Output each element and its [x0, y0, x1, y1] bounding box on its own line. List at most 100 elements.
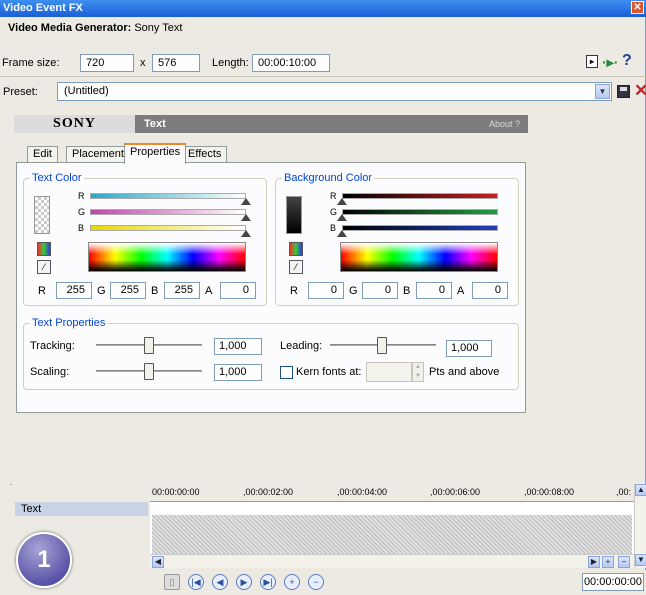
bg-g-bar[interactable]: [342, 209, 498, 215]
save-icon[interactable]: [617, 85, 630, 98]
text-b-label: B: [78, 223, 85, 233]
prev-keyframe-icon[interactable]: ◀: [212, 574, 228, 590]
text-b-slider[interactable]: [241, 230, 251, 237]
background-color-spectrum[interactable]: [340, 242, 498, 272]
delete-icon[interactable]: ✕: [634, 81, 646, 101]
length-label: Length:: [212, 57, 249, 69]
delete-keyframe-icon[interactable]: −: [308, 574, 324, 590]
kern-fonts-label: Kern fonts at:: [296, 366, 362, 378]
add-keyframe-icon[interactable]: +: [284, 574, 300, 590]
sync-cursor-icon[interactable]: ▯: [164, 574, 180, 590]
generator-name: Sony Text: [134, 22, 183, 34]
bg-a-value-label: A: [457, 285, 465, 297]
generator-label: Video Media Generator:: [8, 22, 132, 34]
ruler-tick: ,00:00:04:00: [337, 487, 388, 497]
preset-label: Preset:: [3, 86, 38, 98]
tab-placement[interactable]: Placement: [66, 146, 130, 163]
text-properties-legend: Text Properties: [30, 316, 108, 330]
timeline-hscroll[interactable]: ◀ ▶ + −: [150, 554, 634, 568]
text-r-slider[interactable]: [241, 198, 251, 205]
bg-a-field[interactable]: 0: [472, 282, 508, 299]
timeline-ruler[interactable]: 00:00:00:00 ,00:00:02:00 ,00:00:04:00 ,0…: [150, 484, 634, 502]
kern-fonts-checkbox[interactable]: [280, 366, 293, 379]
bg-b-value-label: B: [403, 285, 411, 297]
timeline-vscroll[interactable]: ▲ ▼: [634, 484, 646, 568]
plugin-chooser-icon[interactable]: ▸: [586, 55, 598, 68]
bg-b-bar[interactable]: [342, 225, 498, 231]
tracking-field[interactable]: 1,000: [214, 338, 262, 355]
kern-fonts-field[interactable]: [366, 362, 412, 382]
bg-color-palette-icon[interactable]: [289, 242, 303, 256]
about-link[interactable]: About ?: [489, 115, 520, 133]
text-b-value-label: B: [151, 285, 159, 297]
text-r-field[interactable]: 255: [56, 282, 92, 299]
window-title: Video Event FX: [3, 2, 83, 14]
bg-g-slider[interactable]: [337, 214, 347, 221]
frame-x-label: x: [140, 57, 146, 69]
text-g-slider[interactable]: [241, 214, 251, 221]
bg-b-label: B: [330, 223, 337, 233]
bg-r-field[interactable]: 0: [308, 282, 344, 299]
text-color-group: Text Color R G B ⁄ R 255 G 255 B 255 A 0: [23, 171, 267, 306]
last-keyframe-icon[interactable]: ▶|: [260, 574, 276, 590]
bg-g-field[interactable]: 0: [362, 282, 398, 299]
bg-b-field[interactable]: 0: [416, 282, 452, 299]
text-r-label: R: [78, 191, 85, 201]
zoom-out-icon[interactable]: −: [618, 556, 630, 568]
next-keyframe-icon[interactable]: ▶: [236, 574, 252, 590]
bg-g-label: G: [330, 207, 338, 217]
text-g-bar[interactable]: [90, 209, 246, 215]
text-color-spectrum[interactable]: [88, 242, 246, 272]
scaling-slider[interactable]: [144, 363, 154, 380]
tab-edit[interactable]: Edit: [27, 146, 58, 163]
keyframe-track-hatch: [152, 515, 632, 554]
track-header-text[interactable]: Text: [15, 502, 148, 516]
bg-b-slider[interactable]: [337, 230, 347, 237]
help-icon[interactable]: ?: [622, 53, 632, 69]
ruler-tick: 00:00:00:00: [152, 487, 200, 497]
scroll-left-icon[interactable]: ◀: [152, 556, 164, 568]
sony-logo: SONY: [14, 115, 135, 133]
eyedropper-icon[interactable]: ⁄: [37, 260, 51, 274]
text-b-field[interactable]: 255: [164, 282, 200, 299]
scroll-right-icon[interactable]: ▶: [588, 556, 600, 568]
scroll-up-icon[interactable]: ▲: [635, 484, 646, 496]
title-bar[interactable]: Video Event FX ✕: [0, 0, 646, 17]
first-keyframe-icon[interactable]: |◀: [188, 574, 204, 590]
text-a-field[interactable]: 0: [220, 282, 256, 299]
scaling-field[interactable]: 1,000: [214, 364, 262, 381]
scaling-label: Scaling:: [30, 366, 70, 378]
tracking-label: Tracking:: [30, 340, 75, 352]
leading-slider[interactable]: [377, 337, 387, 354]
text-color-legend: Text Color: [30, 171, 84, 185]
properties-page: Text Color R G B ⁄ R 255 G 255 B 255 A 0…: [16, 162, 526, 413]
bg-r-bar[interactable]: [342, 193, 498, 199]
text-b-bar[interactable]: [90, 225, 246, 231]
length-field[interactable]: 00:00:10:00: [252, 54, 330, 72]
bg-eyedropper-icon[interactable]: ⁄: [289, 260, 303, 274]
tab-effects[interactable]: Effects: [182, 146, 228, 163]
chevron-down-icon[interactable]: ▼: [595, 84, 610, 99]
zoom-in-icon[interactable]: +: [602, 556, 614, 568]
close-icon[interactable]: ✕: [631, 1, 644, 14]
step-number-badge: 1: [16, 532, 72, 588]
frame-width-field[interactable]: 720: [80, 54, 134, 72]
plugin-title: Text: [144, 118, 166, 130]
tracking-slider[interactable]: [144, 337, 154, 354]
tab-properties[interactable]: Properties: [124, 143, 187, 164]
transport-bar: ▯ |◀ ◀ ▶ ▶| + − 00:00:00:00: [150, 570, 646, 595]
frame-size-label: Frame size:: [2, 57, 60, 69]
preset-dropdown[interactable]: (Untitled) ▼: [57, 82, 612, 101]
bg-g-value-label: G: [349, 285, 358, 297]
kern-spinner[interactable]: ▲ ▼: [412, 362, 424, 382]
color-palette-icon[interactable]: [37, 242, 51, 256]
scroll-down-icon[interactable]: ▼: [635, 554, 646, 566]
frame-height-field[interactable]: 576: [152, 54, 200, 72]
bg-r-slider[interactable]: [337, 198, 347, 205]
plugin-chain-icon[interactable]: ·▸·: [602, 54, 618, 70]
text-r-bar[interactable]: [90, 193, 246, 199]
kern-suffix-label: Pts and above: [429, 366, 500, 378]
text-a-value-label: A: [205, 285, 213, 297]
text-g-field[interactable]: 255: [110, 282, 146, 299]
leading-field[interactable]: 1,000: [446, 340, 492, 357]
